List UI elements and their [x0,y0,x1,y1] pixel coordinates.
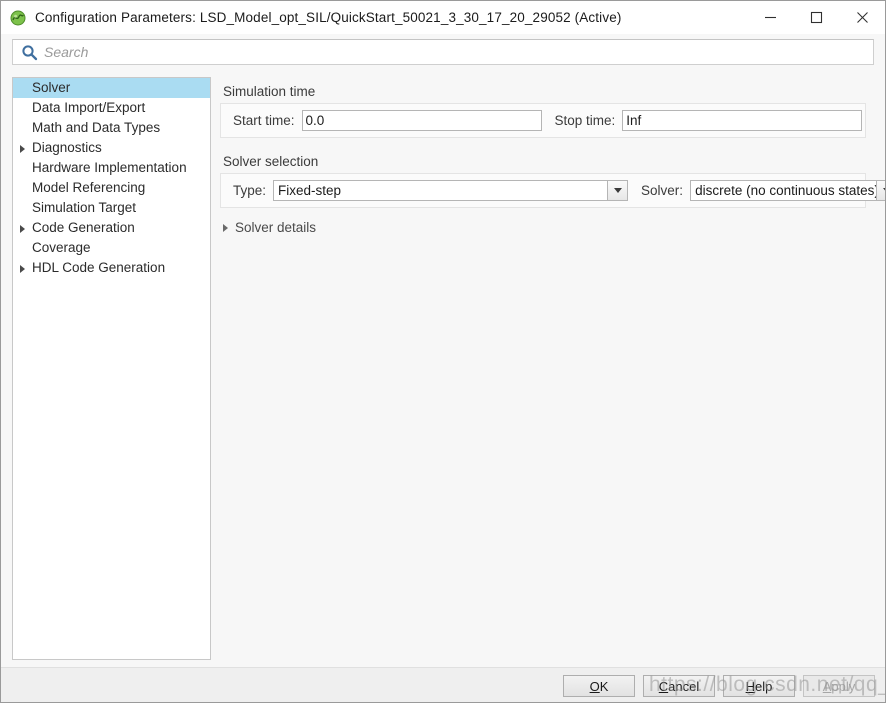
apply-button-mnemonic: A [822,678,832,694]
sidebar-item-label: Solver [32,80,71,95]
solver-label: Solver: [641,183,684,198]
simulation-time-group-label: Simulation time [223,84,316,99]
solver-type-label: Type: [233,183,267,198]
chevron-down-icon[interactable] [876,180,885,201]
search-input[interactable] [44,44,804,60]
settings-tree[interactable]: Solver Data Import/Export Math and Data … [12,77,211,660]
simulation-time-group: Start time: Stop time: [220,103,866,138]
sidebar-item-diagnostics[interactable]: Diagnostics [13,138,210,158]
sidebar-item-solver[interactable]: Solver [13,78,210,98]
chevron-right-icon[interactable] [20,144,25,153]
sidebar-item-math-and-data-types[interactable]: Math and Data Types [13,118,210,138]
apply-button: Apply [803,675,875,697]
window-title: Configuration Parameters: LSD_Model_opt_… [35,10,622,25]
configuration-parameters-window: Configuration Parameters: LSD_Model_opt_… [0,0,886,703]
chevron-down-icon[interactable] [607,180,629,201]
sidebar-item-label: Hardware Implementation [32,160,187,175]
dialog-button-bar: OK Cancel Help Apply [563,675,875,697]
solver-type-dropdown[interactable]: Fixed-step [273,180,629,201]
simulink-logo-icon [10,10,26,26]
search-box[interactable] [12,39,874,65]
sidebar-item-data-import-export[interactable]: Data Import/Export [13,98,210,118]
start-time-input[interactable] [301,110,542,131]
chevron-right-icon[interactable] [20,224,25,233]
dialog-footer: OK Cancel Help Apply [1,667,885,702]
stop-time-label: Stop time: [554,113,616,128]
title-bar: Configuration Parameters: LSD_Model_opt_… [1,1,885,34]
solver-value: discrete (no continuous states) [690,180,877,201]
solver-dropdown[interactable]: discrete (no continuous states) [690,180,885,201]
help-button-label: elp [755,678,773,694]
sidebar-item-label: Code Generation [32,220,135,235]
solver-selection-group-label: Solver selection [223,154,319,169]
sidebar-item-label: Diagnostics [32,140,102,155]
sidebar-item-hdl-code-generation[interactable]: HDL Code Generation [13,258,210,278]
help-button-mnemonic: H [745,678,756,694]
search-bar [1,34,885,74]
cancel-button-label: ancel [668,678,700,694]
sidebar-item-simulation-target[interactable]: Simulation Target [13,198,210,218]
ok-button[interactable]: OK [563,675,635,697]
sidebar-item-label: Data Import/Export [32,100,146,115]
chevron-right-icon [223,223,228,232]
maximize-icon[interactable] [793,1,839,34]
chevron-right-icon[interactable] [20,264,25,273]
stop-time-input[interactable] [622,110,863,131]
cancel-button-mnemonic: C [658,678,669,694]
solver-selection-group: Type: Fixed-step Solver: discrete (no co… [220,173,885,208]
sidebar-item-code-generation[interactable]: Code Generation [13,218,210,238]
help-button[interactable]: Help [723,675,795,697]
ok-button-mnemonic: O [589,678,600,694]
sidebar-item-label: Coverage [32,240,91,255]
search-icon [21,44,38,61]
sidebar-item-label: Simulation Target [32,200,137,215]
ok-button-label: K [599,678,609,694]
close-icon[interactable] [839,1,885,34]
sidebar-item-coverage[interactable]: Coverage [13,238,210,258]
start-time-label: Start time: [233,113,295,128]
solver-type-value: Fixed-step [273,180,608,201]
window-controls [747,1,885,34]
solver-settings-pane: Simulation time Start time: Stop time: S… [215,77,885,660]
solver-details-expander[interactable]: Solver details [223,220,875,235]
sidebar-item-label: Model Referencing [32,180,146,195]
sidebar-item-label: Math and Data Types [32,120,161,135]
sidebar-item-label: HDL Code Generation [32,260,166,275]
apply-button-label: pply [831,678,856,694]
minimize-icon[interactable] [747,1,793,34]
sidebar-item-hardware-implementation[interactable]: Hardware Implementation [13,158,210,178]
sidebar-item-model-referencing[interactable]: Model Referencing [13,178,210,198]
solver-details-label: Solver details [235,220,317,235]
cancel-button[interactable]: Cancel [643,675,715,697]
